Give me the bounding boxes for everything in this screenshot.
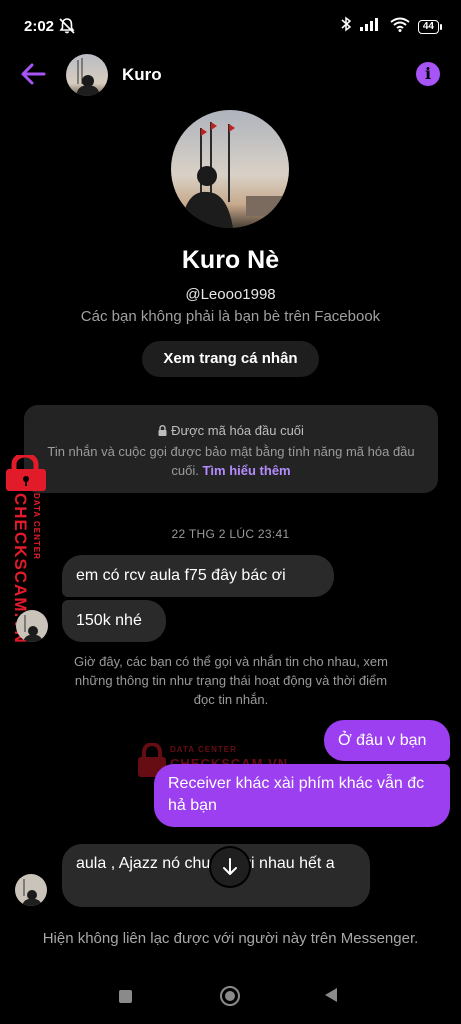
watermark-lock-icon	[6, 452, 46, 491]
sender-avatar[interactable]	[16, 610, 48, 642]
unavailable-notice: Hiện không liên lạc được với người này t…	[42, 930, 419, 947]
learn-more-link[interactable]: Tìm hiểu thêm	[202, 463, 290, 478]
encryption-title: Được mã hóa đầu cuối	[171, 423, 304, 438]
home-button[interactable]	[220, 986, 240, 1006]
back-arrow-icon[interactable]	[18, 61, 48, 87]
message-bubble-outgoing[interactable]: Ở đâu v bạn	[324, 720, 450, 761]
view-profile-button[interactable]: Xem trang cá nhân	[142, 341, 319, 377]
system-back-button[interactable]	[325, 988, 337, 1002]
bluetooth-icon	[340, 16, 352, 37]
friendship-note: Các bạn không phải là bạn bè trên Facebo…	[80, 308, 381, 325]
chevron-down-icon	[223, 858, 237, 875]
status-time: 2:02	[24, 18, 55, 35]
avatar[interactable]	[66, 54, 108, 96]
info-icon[interactable]: i	[416, 62, 440, 86]
battery-icon: 44	[417, 19, 443, 34]
chat-header: Kuro i	[0, 50, 461, 100]
sender-avatar[interactable]	[15, 874, 47, 906]
lock-icon	[158, 424, 167, 439]
encryption-notice: Được mã hóa đầu cuối Tin nhắn và cuộc gọ…	[24, 405, 438, 493]
profile-name: Kuro Nè	[181, 246, 280, 274]
status-bar: 2:02 44	[0, 0, 461, 50]
system-note: Giờ đây, các bạn có thể gọi và nhắn tin …	[74, 654, 388, 707]
message-bubble-outgoing[interactable]: Receiver khác xài phím khác vẫn đc hả bạ…	[154, 764, 450, 827]
wifi-icon	[390, 17, 410, 37]
scroll-to-bottom-button[interactable]	[211, 848, 249, 886]
profile-avatar[interactable]	[171, 110, 289, 228]
mute-icon	[58, 17, 76, 40]
signal-icon	[359, 17, 382, 36]
profile-handle: @Leooo1998	[185, 286, 276, 303]
message-timestamp: 22 THG 2 LÚC 23:41	[171, 527, 290, 541]
system-navigation-bar	[0, 968, 461, 1024]
recent-apps-button[interactable]	[119, 990, 132, 1003]
watermark-tagline: DATA CENTER	[170, 745, 237, 754]
message-bubble-incoming[interactable]: em có rcv aula f75 đây bác ơi	[62, 555, 334, 597]
header-contact-name[interactable]: Kuro	[122, 65, 162, 85]
message-bubble-incoming[interactable]: 150k nhé	[62, 600, 166, 642]
